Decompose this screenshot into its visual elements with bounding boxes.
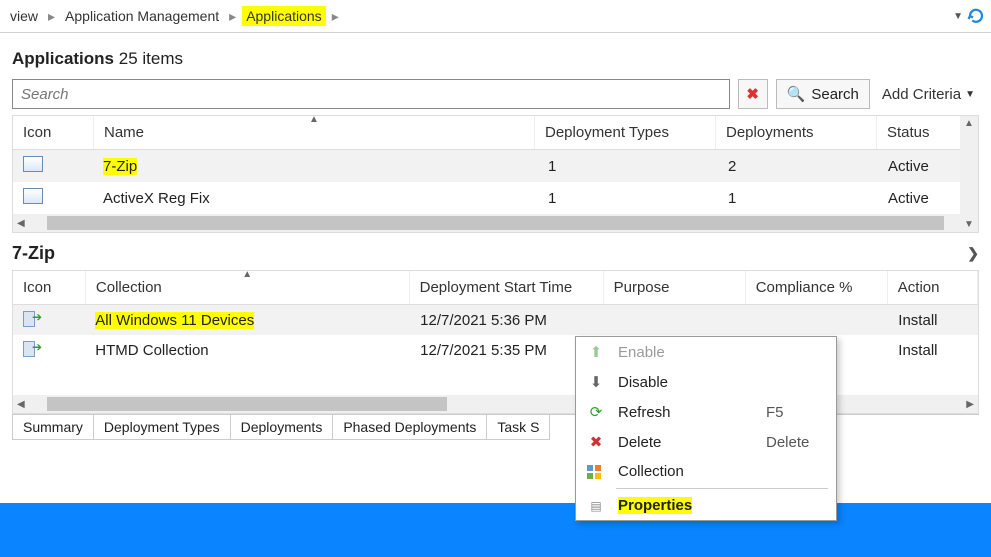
horizontal-scrollbar[interactable]: ◀▶ [13,214,978,232]
breadcrumb-view[interactable]: view [6,6,42,26]
menu-properties[interactable]: ▤ Properties [576,491,836,520]
scroll-up-icon: ▲ [964,118,974,129]
taskbar-area [0,503,991,557]
deployment-icon [23,341,41,355]
breadcrumb-app-mgmt[interactable]: Application Management [61,6,223,26]
menu-properties-label: Properties [618,497,692,514]
col-action[interactable]: Action [888,271,978,304]
app-dt: 1 [538,184,718,213]
tab-deployments[interactable]: Deployments [230,415,334,440]
tab-phased-deployments[interactable]: Phased Deployments [332,415,487,440]
detail-title: 7-Zip ❯ [0,233,991,270]
grid-header: Icon ▲Collection Deployment Start Time P… [13,271,978,305]
menu-separator [616,488,828,489]
arrow-up-icon: ⬆ [586,343,606,361]
application-icon [23,188,43,204]
deployment-start: 12/7/2021 5:36 PM [410,306,604,335]
deployment-icon [23,311,41,325]
deployment-collection: HTMD Collection [85,336,410,365]
app-dep: 2 [718,152,878,181]
chevron-right-icon: ▸ [229,8,236,25]
history-dropdown-icon[interactable]: ▼ [953,11,963,22]
collection-icon [586,464,606,480]
col-icon[interactable]: Icon [13,116,94,149]
breadcrumb-applications[interactable]: Applications [242,6,326,26]
grid-header: Icon ▲Name Deployment Types Deployments … [13,116,978,150]
menu-delete[interactable]: ✖ Delete Delete [576,427,836,457]
col-purpose[interactable]: Purpose [604,271,746,304]
chevron-down-icon: ▼ [965,89,975,100]
menu-shortcut: Delete [766,434,826,451]
menu-disable[interactable]: ⬇ Disable [576,367,836,397]
app-dt: 1 [538,152,718,181]
scroll-left-icon: ◀ [13,218,29,229]
magnify-icon: 🔍 [787,85,806,103]
deployment-action: Install [888,336,978,365]
app-name: 7-Zip [103,158,137,175]
sort-asc-icon: ▲ [309,114,319,125]
clear-search-button[interactable]: ✖ [738,79,768,109]
scroll-down-icon: ▼ [964,219,974,230]
app-dep: 1 [718,184,878,213]
vertical-scrollbar[interactable]: ▲▼ [960,116,978,232]
table-row[interactable]: ActiveX Reg Fix 1 1 Active [13,182,978,214]
refresh-icon: ⟳ [586,403,606,421]
col-compliance[interactable]: Compliance % [746,271,888,304]
col-start-time[interactable]: Deployment Start Time [410,271,604,304]
panel-title-bold: Applications [12,49,114,68]
col-deployment-types[interactable]: Deployment Types [535,116,716,149]
scroll-thumb[interactable] [47,216,945,230]
scroll-right-icon: ▶ [962,399,978,410]
x-icon: ✖ [746,85,759,103]
menu-shortcut: F5 [766,404,826,421]
deployment-collection: All Windows 11 Devices [95,312,254,329]
search-button-label: Search [811,86,859,103]
col-name[interactable]: ▲Name [94,116,535,149]
refresh-icon[interactable] [967,7,985,25]
chevron-right-icon: ▸ [332,8,339,25]
scroll-left-icon: ◀ [13,399,29,410]
deployment-action: Install [888,306,978,335]
table-row[interactable]: All Windows 11 Devices 12/7/2021 5:36 PM… [13,305,978,335]
col-icon[interactable]: Icon [13,271,86,304]
app-name: ActiveX Reg Fix [93,184,538,213]
col-deployments[interactable]: Deployments [716,116,877,149]
add-criteria-button[interactable]: Add Criteria ▼ [878,86,979,103]
deployment-compliance [746,314,888,326]
properties-icon: ▤ [586,499,606,513]
collapse-icon[interactable]: ❯ [967,245,979,262]
applications-grid: Icon ▲Name Deployment Types Deployments … [12,115,979,233]
menu-enable[interactable]: ⬆ Enable [576,337,836,367]
tab-summary[interactable]: Summary [12,415,94,440]
applications-panel: Applications 25 items ✖ 🔍 Search Add Cri… [0,33,991,233]
delete-icon: ✖ [586,433,606,451]
menu-collection[interactable]: Collection [576,457,836,486]
table-row[interactable]: 7-Zip 1 2 Active [13,150,978,182]
add-criteria-label: Add Criteria [882,86,961,103]
application-icon [23,156,43,172]
search-input[interactable] [12,79,730,109]
panel-title-count: 25 items [119,49,183,68]
menu-refresh[interactable]: ⟳ Refresh F5 [576,397,836,427]
search-button[interactable]: 🔍 Search [776,79,870,109]
breadcrumb-bar: view ▸ Application Management ▸ Applicat… [0,0,991,33]
col-collection[interactable]: ▲Collection [86,271,410,304]
arrow-down-icon: ⬇ [586,373,606,391]
chevron-right-icon: ▸ [48,8,55,25]
panel-title: Applications 25 items [12,49,979,69]
sort-asc-icon: ▲ [242,269,252,280]
tab-task-sequences[interactable]: Task S [486,415,550,440]
context-menu: ⬆ Enable ⬇ Disable ⟳ Refresh F5 ✖ Delete… [575,336,837,521]
scroll-thumb[interactable] [47,397,447,411]
tab-deployment-types[interactable]: Deployment Types [93,415,231,440]
deployment-purpose [604,314,746,326]
